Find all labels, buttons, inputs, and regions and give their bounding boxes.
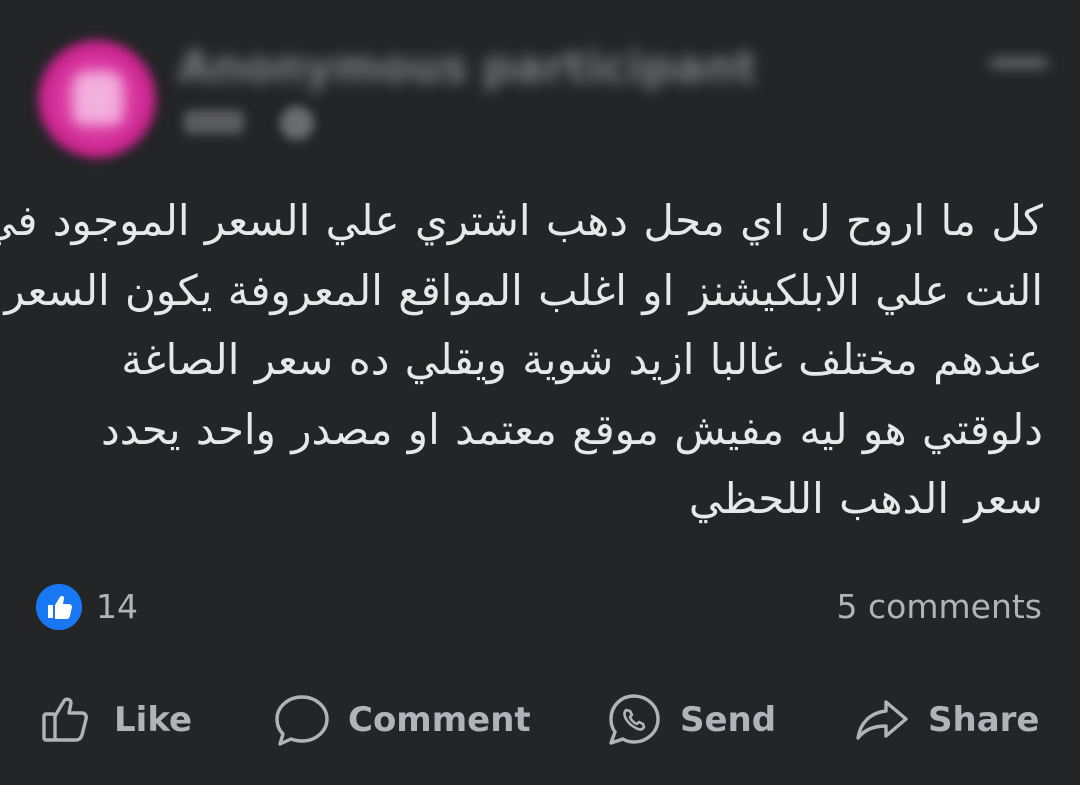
reaction-count: 14: [96, 587, 138, 626]
comment-button[interactable]: Comment: [272, 685, 531, 755]
more-options-icon[interactable]: [990, 58, 1048, 68]
post-text-line: دلوقتي هو ليه مفيش موقع معتمد او مصدر وا…: [101, 404, 1043, 454]
like-label: Like: [114, 700, 193, 740]
comment-label: Comment: [348, 700, 531, 740]
like-reaction-icon: [36, 584, 82, 630]
globe-icon: [280, 106, 314, 140]
send-label: Send: [680, 700, 777, 740]
post-text-line: عندهم مختلف غالبا ازيد شوية ويقلي ده سعر…: [121, 335, 1043, 384]
post-header: Anonymous participant: [0, 0, 1080, 180]
share-button[interactable]: Share: [852, 685, 1039, 755]
avatar-glyph-icon: [74, 72, 122, 124]
action-bar: Like Comment Send Share: [0, 685, 1080, 755]
share-arrow-icon: [852, 690, 912, 750]
thumbs-up-icon: [38, 690, 98, 750]
post-body: كل ما اروح ل اي محل دهب اشتري علي السعر …: [0, 186, 1043, 534]
whatsapp-icon: [604, 690, 664, 750]
send-button[interactable]: Send: [604, 685, 776, 755]
author-name[interactable]: Anonymous participant: [178, 42, 756, 93]
comments-count-link[interactable]: 5 comments: [837, 587, 1042, 626]
post-text-line: سعر الدهب اللحظي: [688, 474, 1043, 523]
like-button[interactable]: Like: [38, 685, 192, 755]
comment-bubble-icon: [272, 690, 332, 750]
share-label: Share: [928, 700, 1040, 740]
post-timestamp[interactable]: [184, 110, 244, 134]
post-text-line: كل ما اروح ل اي محل دهب اشتري علي السعر …: [0, 196, 1043, 245]
post-text-line: النت علي الابلكيشنز او اغلب المواقع المع…: [4, 265, 1043, 315]
